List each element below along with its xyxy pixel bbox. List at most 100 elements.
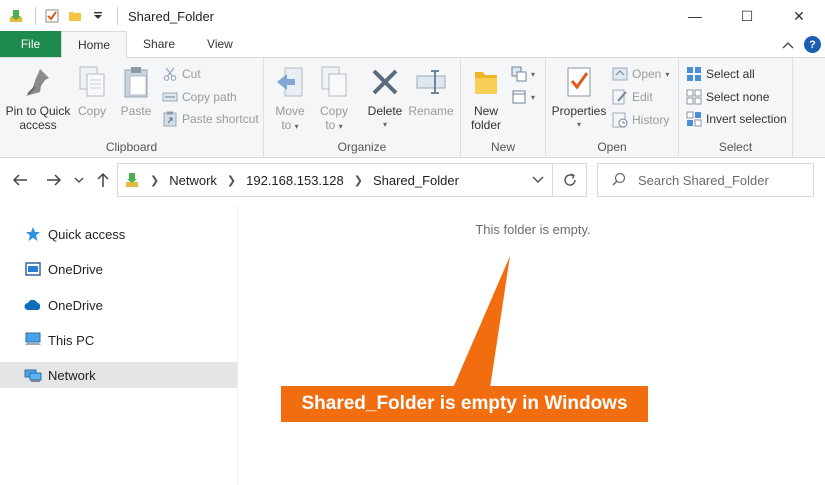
- invert-selection-button[interactable]: Invert selection: [686, 109, 787, 129]
- copy-icon: [76, 64, 108, 100]
- minimize-icon: —: [688, 8, 702, 24]
- delete-button[interactable]: Delete ▾: [364, 64, 406, 132]
- search-icon: [612, 172, 626, 189]
- network-icon: [24, 366, 42, 384]
- breadcrumb-network[interactable]: Network: [169, 173, 217, 188]
- history-label: History: [632, 113, 670, 127]
- properties-button[interactable]: Properties ▾: [548, 64, 610, 132]
- tab-file[interactable]: File: [0, 31, 61, 57]
- new-item-dropdown-icon: ▾: [531, 69, 536, 79]
- file-list-area[interactable]: This folder is empty.: [238, 204, 825, 485]
- onedrive-business-icon: [24, 260, 42, 278]
- copy-to-label-line1: Copy: [319, 104, 348, 118]
- quick-access-toolbar: Shared_Folder: [0, 0, 214, 32]
- nav-item-onedrive[interactable]: OneDrive: [0, 292, 237, 318]
- new-folder-button[interactable]: New folder: [465, 64, 507, 132]
- paste-icon: [120, 64, 152, 100]
- new-folder-qat-icon[interactable]: [65, 6, 85, 26]
- address-bar[interactable]: ❯ Network ❯ 192.168.153.128 ❯ Shared_Fol…: [117, 163, 553, 197]
- select-none-label: Select none: [706, 90, 770, 104]
- tab-view[interactable]: View: [191, 31, 249, 57]
- open-button[interactable]: Open ▾: [612, 64, 669, 84]
- properties-label: Properties: [551, 104, 607, 118]
- paste-label: Paste: [120, 104, 152, 118]
- tab-home[interactable]: Home: [61, 31, 128, 58]
- ribbon: Pin to Quick access Copy Paste Cut Copy …: [0, 58, 825, 158]
- invert-selection-label: Invert selection: [706, 112, 787, 126]
- select-none-icon: [686, 89, 702, 105]
- search-box[interactable]: Search Shared_Folder: [597, 163, 814, 197]
- copy-button[interactable]: Copy: [74, 64, 110, 118]
- edit-icon: [612, 89, 628, 105]
- history-icon: [612, 112, 628, 128]
- select-all-icon: [686, 66, 702, 82]
- move-to-label-line1: Move: [275, 104, 305, 118]
- edit-label: Edit: [632, 90, 653, 104]
- open-label: Open: [632, 67, 662, 81]
- breadcrumb-shared-folder[interactable]: Shared_Folder: [373, 173, 459, 188]
- cut-label: Cut: [182, 67, 201, 81]
- tab-share[interactable]: Share: [127, 31, 191, 57]
- select-all-label: Select all: [706, 67, 755, 81]
- copy-path-label: Copy path: [182, 90, 237, 104]
- history-button[interactable]: History: [612, 110, 669, 130]
- select-all-button[interactable]: Select all: [686, 64, 755, 84]
- title-bar: Shared_Folder — ☐ ✕: [0, 0, 825, 32]
- pin-to-quick-access-button[interactable]: Pin to Quick access: [4, 64, 72, 132]
- breadcrumb-chevron-icon[interactable]: ❯: [227, 174, 236, 187]
- new-item-button[interactable]: ▾: [511, 64, 535, 84]
- nav-item-label: Network: [48, 367, 96, 383]
- qat-dropdown-icon[interactable]: [88, 6, 108, 26]
- paste-shortcut-icon: [162, 111, 178, 127]
- maximize-button[interactable]: ☐: [721, 0, 773, 32]
- rename-button[interactable]: Rename: [408, 64, 454, 118]
- breadcrumb-chevron-icon[interactable]: ❯: [150, 174, 159, 187]
- breadcrumb-host[interactable]: 192.168.153.128: [246, 173, 344, 188]
- address-dropdown-icon[interactable]: [532, 173, 544, 187]
- folder-app-icon[interactable]: [6, 6, 26, 26]
- search-input[interactable]: Search Shared_Folder: [638, 173, 769, 188]
- collapse-ribbon-icon[interactable]: [782, 38, 794, 52]
- properties-check-icon[interactable]: [42, 6, 62, 26]
- easy-access-dropdown-icon: ▾: [531, 92, 536, 102]
- up-button[interactable]: [93, 170, 113, 190]
- nav-item-network[interactable]: Network: [0, 362, 237, 388]
- help-icon[interactable]: ?: [804, 36, 821, 53]
- up-arrow-icon: [97, 172, 109, 187]
- select-group: Select all Select none Invert selection …: [679, 58, 793, 158]
- refresh-button[interactable]: [553, 163, 587, 197]
- minimize-button[interactable]: —: [669, 0, 721, 32]
- copy-path-button[interactable]: Copy path: [162, 87, 237, 107]
- clipboard-group: Pin to Quick access Copy Paste Cut Copy …: [0, 58, 264, 158]
- back-button[interactable]: [10, 170, 30, 190]
- new-group-label: New: [490, 140, 515, 154]
- nav-item-onedrive-business[interactable]: OneDrive: [0, 256, 237, 282]
- ribbon-tab-tools: ?: [782, 36, 821, 53]
- pin-icon: [22, 64, 54, 100]
- organize-group-label: Organize: [337, 140, 387, 154]
- edit-button[interactable]: Edit: [612, 87, 653, 107]
- recent-locations-button[interactable]: [72, 170, 86, 190]
- nav-item-quick-access[interactable]: Quick access: [0, 221, 237, 247]
- open-dropdown-icon: ▾: [665, 69, 670, 79]
- organize-group: Move to ▾ Copy to ▾ Delete ▾ Rename Orga…: [264, 58, 461, 158]
- copy-label: Copy: [77, 104, 106, 118]
- paste-shortcut-button[interactable]: Paste shortcut: [162, 109, 259, 129]
- paste-button[interactable]: Paste: [116, 64, 156, 118]
- select-none-button[interactable]: Select none: [686, 87, 769, 107]
- network-folder-icon: [124, 171, 140, 189]
- forward-button[interactable]: [44, 170, 64, 190]
- select-group-label: Select: [718, 140, 753, 154]
- breadcrumb-chevron-icon[interactable]: ❯: [354, 174, 363, 187]
- copy-to-icon: [318, 64, 350, 100]
- easy-access-button[interactable]: ▾: [511, 87, 535, 107]
- ribbon-tabs: File Home Share View ?: [0, 31, 825, 58]
- nav-item-this-pc[interactable]: This PC: [0, 327, 237, 353]
- copy-to-button[interactable]: Copy to ▾: [314, 64, 354, 134]
- scissors-icon: [162, 66, 178, 82]
- move-to-label-line2: to ▾: [281, 118, 299, 132]
- delete-x-icon: [369, 64, 401, 100]
- close-button[interactable]: ✕: [773, 0, 825, 32]
- cut-button[interactable]: Cut: [162, 64, 201, 84]
- move-to-button[interactable]: Move to ▾: [270, 64, 310, 134]
